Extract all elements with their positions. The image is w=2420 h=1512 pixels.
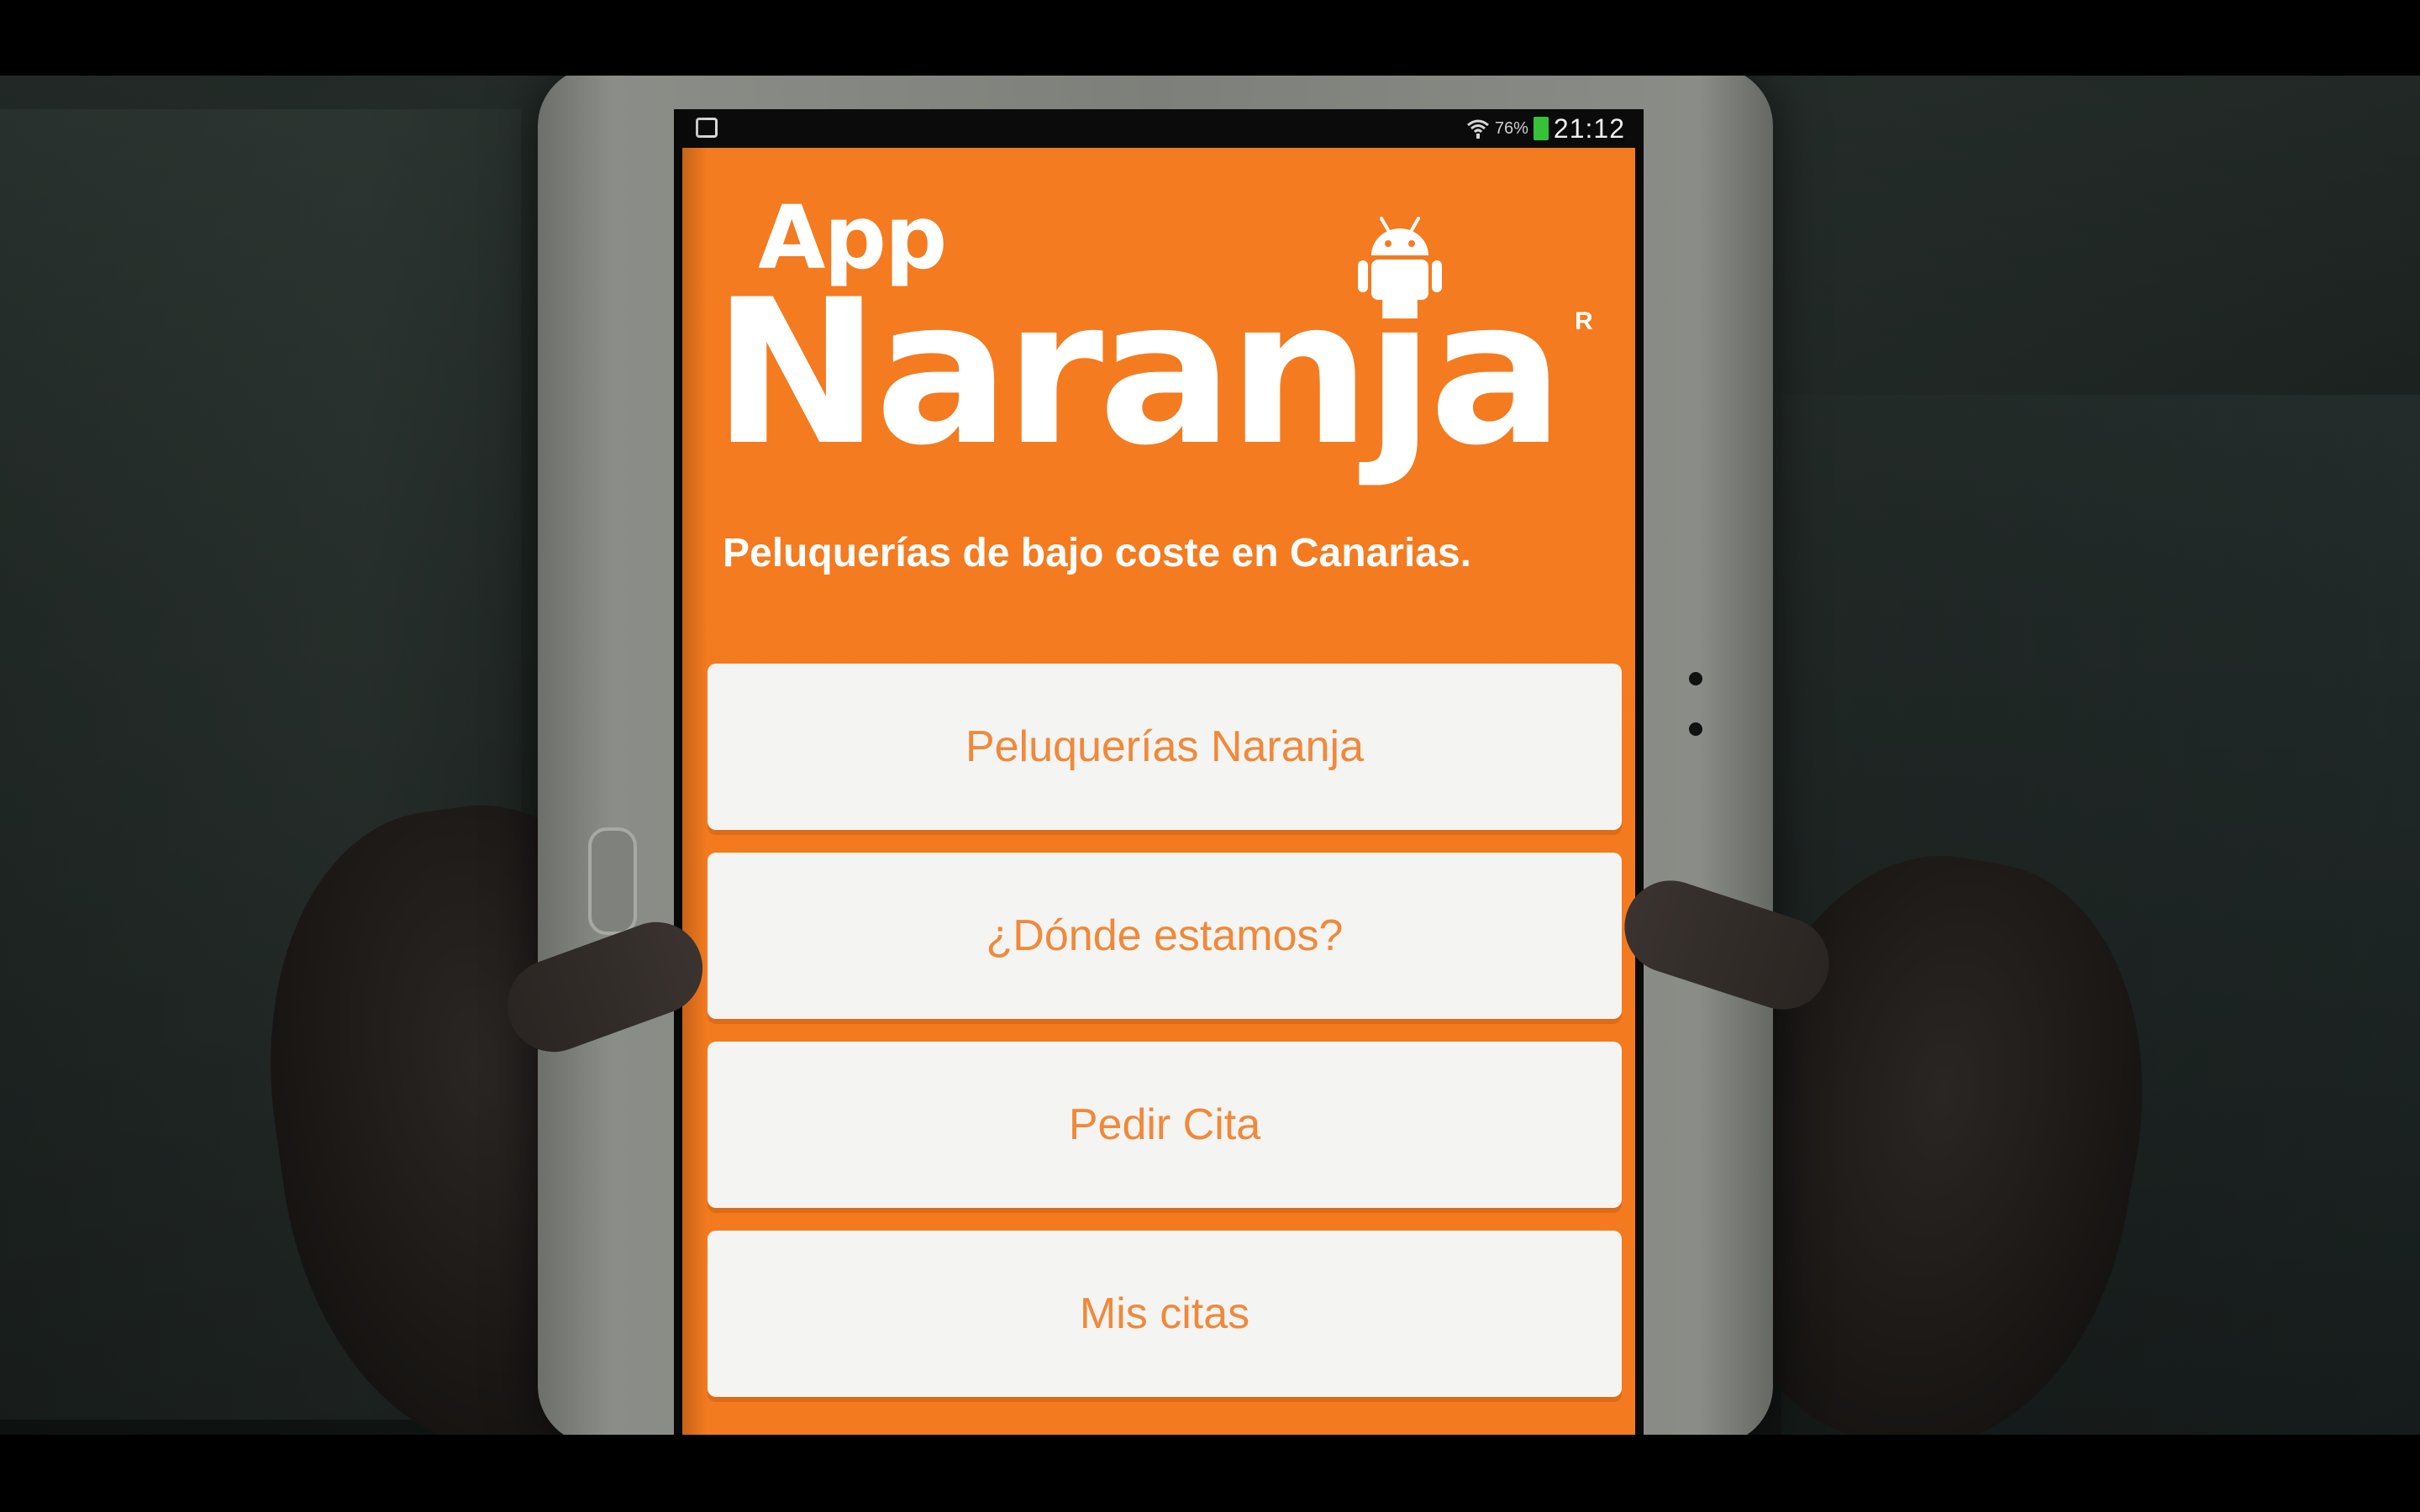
letterbox-bottom	[0, 1435, 2420, 1512]
battery-icon	[1533, 117, 1549, 140]
peluquerias-naranja-button[interactable]: Peluquerías Naranja	[708, 664, 1622, 830]
status-bar: 76% 21:12	[674, 109, 1644, 148]
wifi-icon	[1466, 117, 1490, 140]
tablet-screen: 76% 21:12 App Naranja R Peluquerías de b…	[674, 109, 1644, 1435]
battery-percent: 76%	[1494, 118, 1528, 138]
notification-icon	[696, 118, 718, 138]
sensor-dot	[1689, 722, 1702, 736]
video-frame: 76% 21:12 App Naranja R Peluquerías de b…	[0, 0, 2420, 1512]
mis-citas-button[interactable]: Mis citas	[708, 1231, 1622, 1397]
tablet-side-button	[588, 827, 637, 935]
tagline: Peluquerías de bajo coste en Canarias.	[723, 531, 1471, 575]
sensor-dot	[1689, 672, 1702, 685]
clock: 21:12	[1553, 113, 1625, 144]
donde-estamos-button[interactable]: ¿Dónde estamos?	[708, 853, 1622, 1019]
registered-mark: R	[1575, 307, 1593, 335]
pedir-cita-button[interactable]: Pedir Cita	[708, 1042, 1622, 1208]
background-scene: 76% 21:12 App Naranja R Peluquerías de b…	[0, 76, 2420, 1435]
letterbox-top	[0, 0, 2420, 76]
status-right-group: 76% 21:12	[1466, 113, 1625, 144]
app-logo: App Naranja R Peluquerías de bajo coste …	[682, 148, 1635, 585]
android-icon	[1356, 215, 1444, 319]
app-main-screen: App Naranja R Peluquerías de bajo coste …	[682, 148, 1635, 1435]
